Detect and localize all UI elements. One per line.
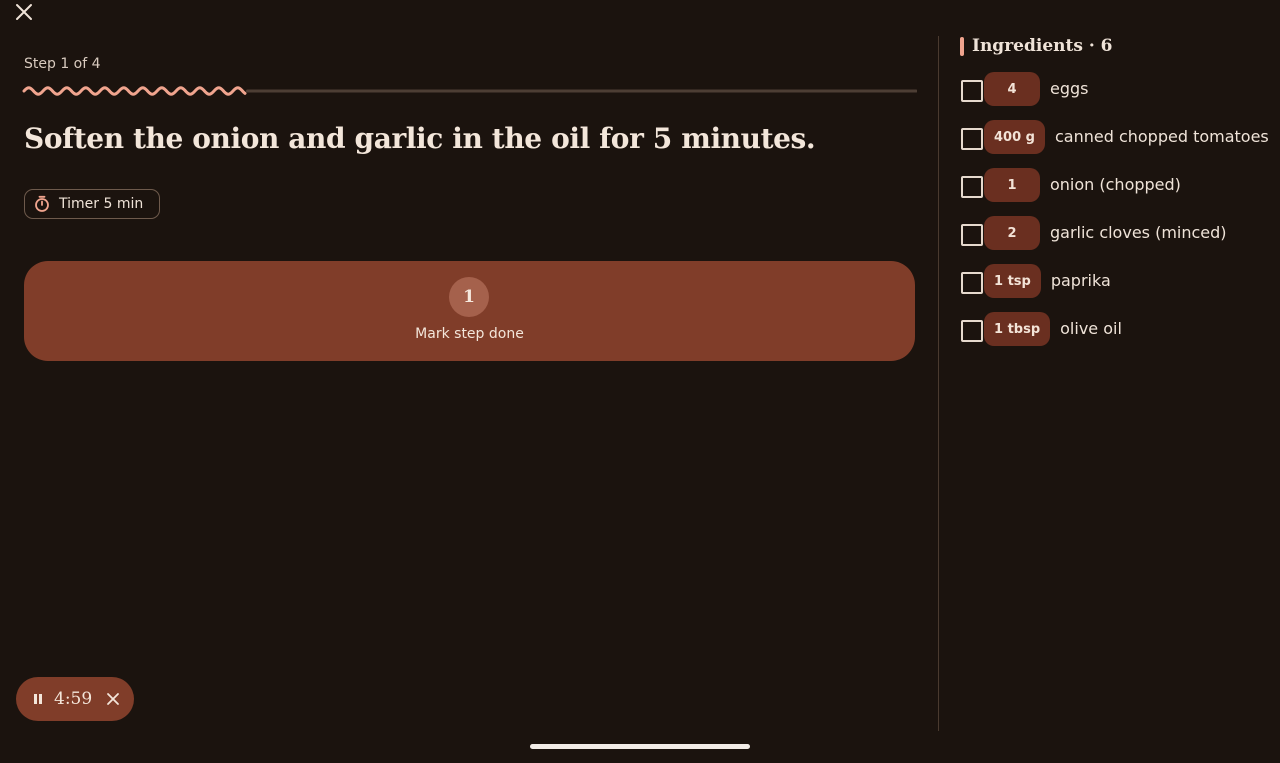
close-icon[interactable]: [12, 0, 36, 24]
step-instruction: Soften the onion and garlic in the oil f…: [24, 122, 816, 155]
running-timer-pill: 4:59: [16, 677, 134, 721]
ingredient-checkbox[interactable]: [961, 272, 983, 294]
home-indicator[interactable]: [530, 744, 750, 749]
ingredient-quantity: 1 tbsp: [984, 312, 1051, 346]
ingredients-title: Ingredients · 6: [972, 36, 1113, 56]
cooking-step-screen: Step 1 of 4 Soften the onion and garlic …: [0, 0, 1280, 763]
ingredient-quantity: 2: [984, 216, 1040, 250]
ingredient-name: onion (chopped): [1050, 175, 1181, 194]
panel-divider: [938, 36, 939, 731]
mark-step-done-button[interactable]: 1 Mark step done: [24, 261, 915, 361]
ingredient-quantity: 1: [984, 168, 1040, 202]
pause-icon[interactable]: [32, 692, 44, 706]
ingredient-checkbox[interactable]: [961, 224, 983, 246]
ingredient-quantity: 1 tsp: [984, 264, 1041, 298]
ingredient-name: garlic cloves (minced): [1050, 223, 1227, 242]
step-number-badge: 1: [449, 277, 489, 317]
ingredient-name: canned chopped tomatoes: [1054, 127, 1269, 146]
timer-chip-label: Timer 5 min: [59, 196, 144, 212]
step-progress-bar: [22, 82, 918, 100]
ingredient-row: 1 tbsp olive oil: [961, 312, 1280, 360]
ingredient-checkbox[interactable]: [961, 128, 983, 150]
progress-fill: [22, 86, 247, 96]
timer-remaining: 4:59: [54, 689, 93, 709]
ingredient-row: 2 garlic cloves (minced): [961, 216, 1280, 264]
mark-step-done-label: Mark step done: [415, 326, 524, 342]
ingredient-quantity: 4: [984, 72, 1040, 106]
ingredient-checkbox[interactable]: [961, 320, 983, 342]
ingredient-row: 1 onion (chopped): [961, 168, 1280, 216]
ingredient-name: paprika: [1050, 271, 1111, 290]
start-timer-button[interactable]: Timer 5 min: [24, 189, 161, 219]
step-counter: Step 1 of 4: [24, 56, 101, 72]
ingredient-quantity: 400 g: [984, 120, 1045, 154]
ingredient-name: olive oil: [1060, 319, 1122, 338]
ingredients-header: Ingredients · 6: [960, 36, 1113, 56]
ingredient-row: 4 eggs: [961, 72, 1280, 120]
stopwatch-icon: [33, 195, 51, 213]
close-icon[interactable]: [106, 692, 120, 706]
ingredient-name: eggs: [1050, 79, 1089, 98]
ingredient-row: 400 g canned chopped tomatoes: [961, 120, 1280, 168]
ingredients-accent-bar: [960, 36, 964, 56]
ingredient-checkbox[interactable]: [961, 80, 983, 102]
ingredient-checkbox[interactable]: [961, 176, 983, 198]
ingredient-list: 4 eggs 400 g canned chopped tomatoes 1 o…: [961, 72, 1280, 360]
ingredient-row: 1 tsp paprika: [961, 264, 1280, 312]
